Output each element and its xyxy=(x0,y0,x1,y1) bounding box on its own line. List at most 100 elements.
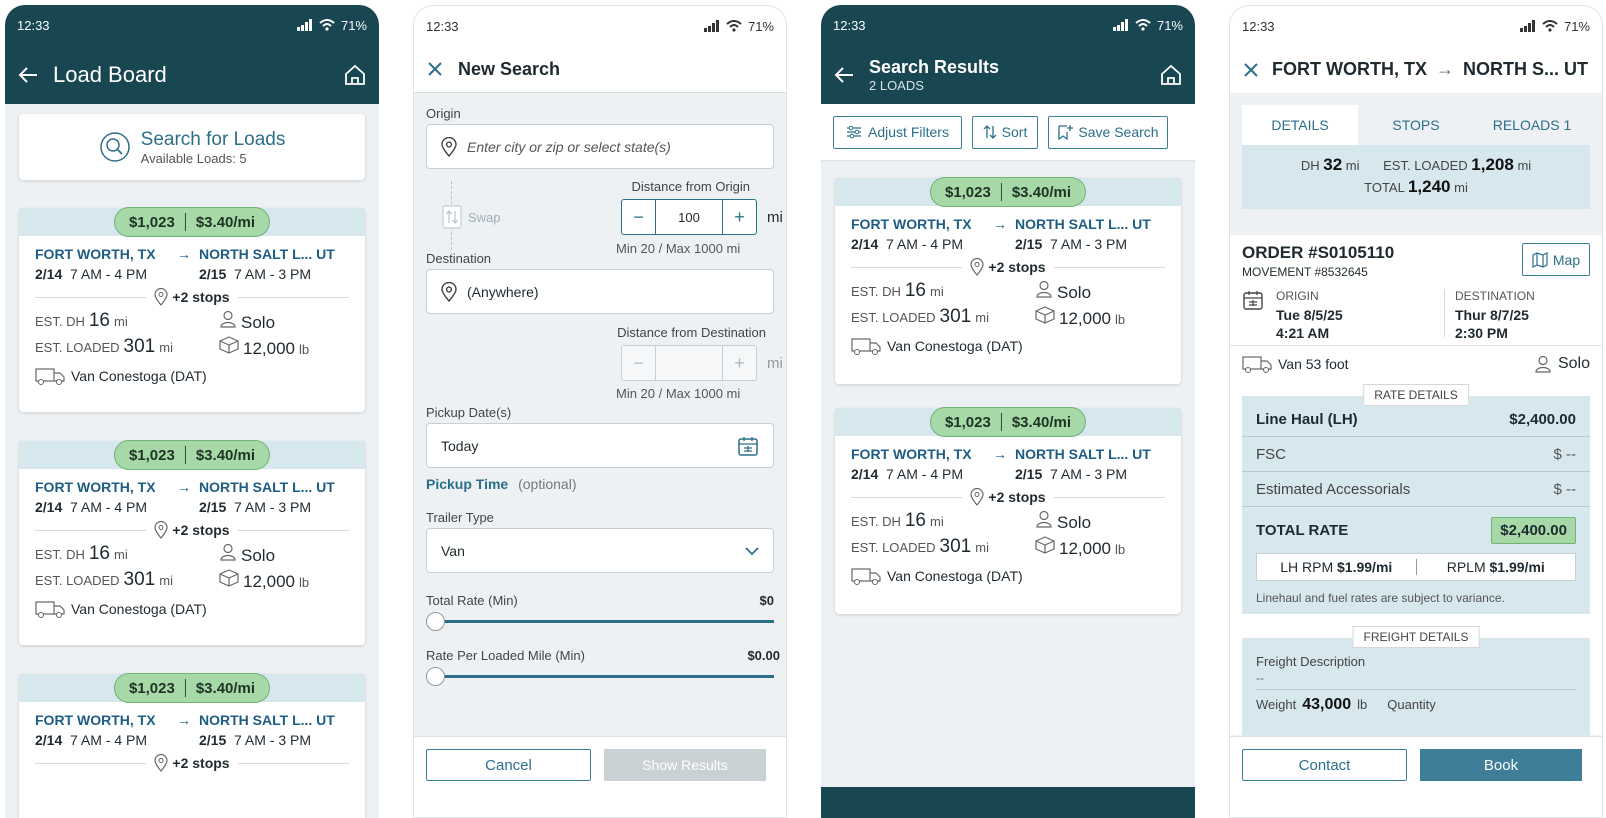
load-card[interactable]: $1,023 $3.40/mi FORT WORTH, TX 2/14 7 AM -… xyxy=(835,177,1181,384)
chevron-down-icon xyxy=(745,546,759,556)
swap-button[interactable]: Swap xyxy=(442,205,501,229)
origin-input[interactable]: Enter city or zip or select state(s) xyxy=(426,124,774,169)
search-for-loads-card[interactable]: Search for Loads Available Loads: 5 xyxy=(19,114,365,180)
freight-details-panel: FREIGHT DETAILS Freight Description -- W… xyxy=(1242,626,1590,738)
trailer-label: Trailer Type xyxy=(426,510,494,525)
dh-unit: mi xyxy=(113,314,128,329)
arrow-right-icon: → xyxy=(1436,59,1454,79)
dh-value: 32 xyxy=(1323,155,1343,174)
origin-label: Origin xyxy=(426,106,461,121)
loaded-label: EST. LOADED xyxy=(851,540,936,555)
equipment-type: Van Conestoga (DAT) xyxy=(71,368,207,384)
person-icon xyxy=(1035,510,1053,528)
destination-input[interactable]: (Anywhere) xyxy=(426,269,774,314)
dh-unit: mi xyxy=(1345,158,1360,173)
cancel-button[interactable]: Cancel xyxy=(426,749,591,781)
battery-level: 71% xyxy=(747,18,774,34)
tab-details[interactable]: DETAILS xyxy=(1242,105,1358,145)
toolbar: Adjust Filters Sort Save Search xyxy=(821,104,1195,161)
distance-destination-value[interactable] xyxy=(656,346,722,380)
rpm-slider[interactable] xyxy=(426,663,774,689)
distance-origin-value[interactable]: 100 xyxy=(656,200,722,234)
total-rate-slider[interactable] xyxy=(426,608,774,634)
back-arrow-icon[interactable] xyxy=(833,64,855,86)
loaded-label: EST. LOADED xyxy=(35,573,120,588)
weight-unit: lb xyxy=(1115,542,1126,557)
destination-city: NORTH SALT L... UT xyxy=(1015,446,1151,462)
book-button[interactable]: Book xyxy=(1420,749,1582,781)
slider-thumb[interactable] xyxy=(426,612,445,631)
rpm-value: $0.00 xyxy=(747,648,780,663)
back-arrow-icon[interactable] xyxy=(17,64,39,86)
stops-count: +2 stops xyxy=(988,489,1046,505)
dh-label: EST. DH xyxy=(35,314,85,329)
increment-button[interactable]: + xyxy=(722,346,756,380)
tab-reloads[interactable]: RELOADS 1 xyxy=(1474,105,1590,145)
pickup-date-input[interactable]: Today xyxy=(426,423,774,468)
loaded-value: 301 xyxy=(123,569,156,590)
equipment-type: Van Conestoga (DAT) xyxy=(887,568,1023,584)
distance-origin-stepper[interactable]: − 100 + mi xyxy=(621,199,783,235)
home-icon[interactable] xyxy=(343,63,367,87)
pin-icon xyxy=(154,521,169,539)
signal-icon xyxy=(1112,19,1129,31)
signal-icon xyxy=(296,19,313,31)
pickup-time-label: Pickup Time xyxy=(426,476,509,492)
save-search-button[interactable]: Save Search xyxy=(1048,115,1168,149)
truck-icon xyxy=(35,366,65,386)
package-icon xyxy=(219,336,239,354)
pin-icon xyxy=(154,288,169,306)
close-icon[interactable] xyxy=(1242,61,1260,79)
total-rate-value: $2,400.00 xyxy=(1491,516,1576,544)
battery-level: 71% xyxy=(1156,17,1183,33)
distance-destination-hint: Min 20 / Max 1000 mi xyxy=(616,386,741,401)
distance-unit: mi xyxy=(767,354,783,372)
rplm-label: RPLM xyxy=(1446,559,1486,575)
arrow-right-icon: → xyxy=(177,712,191,728)
load-card[interactable]: $1,023 $3.40/mi FORT WORTH, TX 2/14 7 AM -… xyxy=(19,440,365,645)
total-rate-label: TOTAL RATE xyxy=(1256,521,1349,539)
distance-destination-stepper[interactable]: − + mi xyxy=(621,345,783,381)
increment-button[interactable]: + xyxy=(722,200,756,234)
total-rate-value: $0 xyxy=(759,593,774,608)
load-card[interactable]: $1,023 $3.40/mi FORT WORTH, TX 2/14 7 AM -… xyxy=(19,207,365,412)
order-number: ORDER #S0105110 xyxy=(1242,243,1395,262)
decrement-button[interactable]: − xyxy=(622,200,656,234)
map-button[interactable]: Map xyxy=(1522,243,1590,276)
loaded-label: EST. LOADED xyxy=(35,340,120,355)
show-results-button[interactable]: Show Results xyxy=(604,749,766,781)
origin-time: 7 AM - 4 PM xyxy=(70,732,148,748)
load-card[interactable]: $1,023 $3.40/mi FORT WORTH, TX 2/14 7 AM -… xyxy=(19,673,365,818)
close-icon[interactable] xyxy=(426,60,444,78)
destination-date: 2/15 xyxy=(1015,236,1043,252)
distance-origin-hint: Min 20 / Max 1000 mi xyxy=(616,241,741,256)
pickup-time-link[interactable]: Pickup Time (optional) xyxy=(426,476,774,492)
rate-per-mile: $3.40/mi xyxy=(195,213,256,231)
wifi-icon xyxy=(726,20,742,32)
weight-value: 12,000 xyxy=(243,339,295,358)
destination-label: DESTINATION xyxy=(1455,289,1535,303)
title-origin: FORT WORTH, TX xyxy=(1272,59,1427,79)
contact-button[interactable]: Contact xyxy=(1242,749,1407,781)
calendar-icon xyxy=(1242,289,1264,337)
tab-stops[interactable]: STOPS xyxy=(1358,105,1474,145)
sort-button[interactable]: Sort xyxy=(972,115,1038,149)
calendar-icon[interactable] xyxy=(737,435,759,457)
price: $1,023 xyxy=(128,679,175,697)
trailer-select[interactable]: Van xyxy=(426,528,774,573)
accessorials-label: Estimated Accessorials xyxy=(1256,480,1411,498)
location-pin-icon xyxy=(441,136,457,157)
home-icon[interactable] xyxy=(1159,63,1183,87)
load-card[interactable]: $1,023 $3.40/mi FORT WORTH, TX 2/14 7 AM -… xyxy=(835,407,1181,614)
movement-number: MOVEMENT #8532645 xyxy=(1242,265,1368,279)
decrement-button[interactable]: − xyxy=(622,346,656,380)
price: $1,023 xyxy=(128,446,175,464)
map-label: Map xyxy=(1552,251,1581,268)
load-board-screen: 12:33 71% Load Board Search for Loads Av… xyxy=(5,5,379,818)
slider-thumb[interactable] xyxy=(426,667,445,686)
adjust-filters-button[interactable]: Adjust Filters xyxy=(833,115,962,149)
stops-count: +2 stops xyxy=(172,289,230,305)
dh-label: DH xyxy=(1300,158,1320,173)
bookmark-add-icon xyxy=(1057,124,1074,140)
loaded-value: 301 xyxy=(939,306,972,327)
